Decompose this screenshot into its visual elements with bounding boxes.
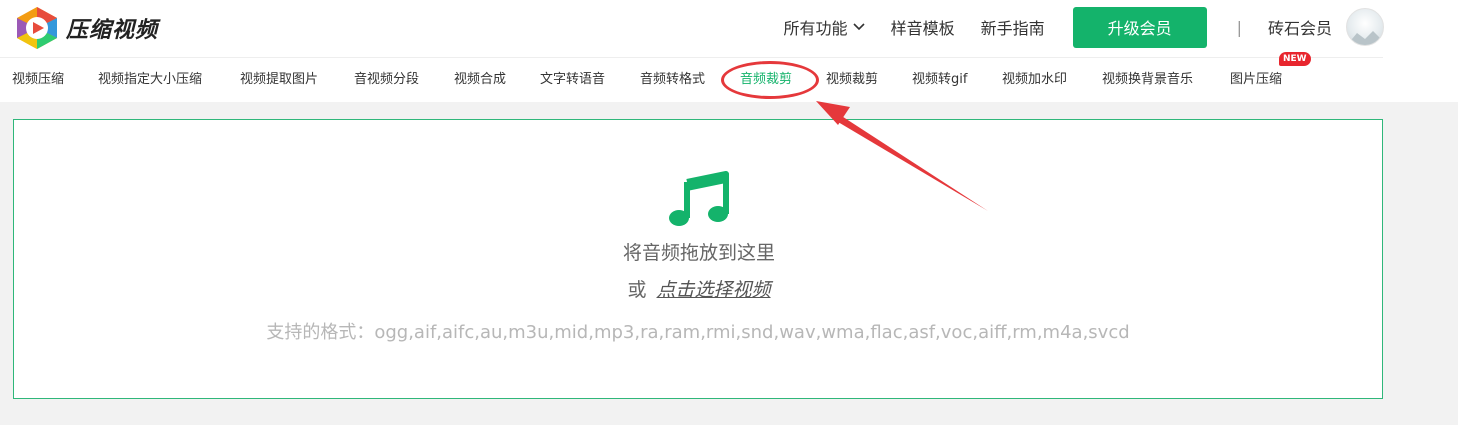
new-badge: NEW bbox=[1279, 52, 1311, 66]
nav-all-features-label: 所有功能 bbox=[783, 19, 848, 38]
drop-instruction: 将音频拖放到这里 bbox=[622, 242, 775, 264]
header-nav: 所有功能 样音模板 新手指南 升级会员 | 砖石会员 bbox=[784, 6, 1458, 48]
music-note-icon bbox=[669, 171, 729, 226]
or-text: 或 bbox=[627, 279, 647, 301]
site-logo[interactable]: 压缩视频 bbox=[12, 5, 182, 51]
tool-video-watermark[interactable]: 视频加水印 bbox=[1002, 66, 1067, 94]
tool-text-to-speech[interactable]: 文字转语音 bbox=[540, 66, 605, 94]
upgrade-button[interactable]: 升级会员 bbox=[1072, 6, 1207, 48]
tool-video-bgm[interactable]: 视频换背景音乐 bbox=[1102, 66, 1193, 94]
tool-image-compress[interactable]: 图片压缩 bbox=[1230, 66, 1282, 94]
tool-video-merge[interactable]: 视频合成 bbox=[454, 66, 506, 94]
nav-audio-templates[interactable]: 样音模板 bbox=[891, 15, 955, 39]
header-divider bbox=[0, 57, 1383, 58]
nav-all-features[interactable]: 所有功能 bbox=[784, 15, 865, 39]
tool-video-compress[interactable]: 视频压缩 bbox=[12, 66, 64, 94]
tool-tabs: 视频压缩 视频指定大小压缩 视频提取图片 音视频分段 视频合成 文字转语音 音频… bbox=[0, 66, 1400, 94]
tool-audio-trim[interactable]: 音频裁剪 bbox=[740, 66, 792, 94]
tool-audio-convert[interactable]: 音频转格式 bbox=[640, 66, 705, 94]
tool-video-crop[interactable]: 视频裁剪 bbox=[826, 66, 878, 94]
nav-beginner-guide[interactable]: 新手指南 bbox=[981, 15, 1045, 39]
supported-formats: 支持的格式：ogg,aif,aifc,au,m3u,mid,mp3,ra,ram… bbox=[266, 322, 1130, 343]
membership-label[interactable]: 砖石会员 bbox=[1268, 15, 1332, 39]
chevron-down-icon bbox=[852, 23, 865, 31]
select-file-line: 或 点击选择视频 bbox=[0, 275, 1398, 302]
logo-icon bbox=[12, 5, 62, 51]
tool-video-to-gif[interactable]: 视频转gif bbox=[912, 66, 967, 94]
avatar[interactable] bbox=[1346, 8, 1384, 46]
tool-video-size-compress[interactable]: 视频指定大小压缩 bbox=[98, 66, 202, 94]
select-file-link[interactable]: 点击选择视频 bbox=[657, 279, 771, 301]
avatar-landscape-icon bbox=[1347, 31, 1383, 45]
nav-separator: | bbox=[1236, 17, 1242, 37]
tool-video-extract-images[interactable]: 视频提取图片 bbox=[240, 66, 318, 94]
tool-av-segment[interactable]: 音视频分段 bbox=[354, 66, 419, 94]
logo-text: 压缩视频 bbox=[66, 18, 159, 43]
